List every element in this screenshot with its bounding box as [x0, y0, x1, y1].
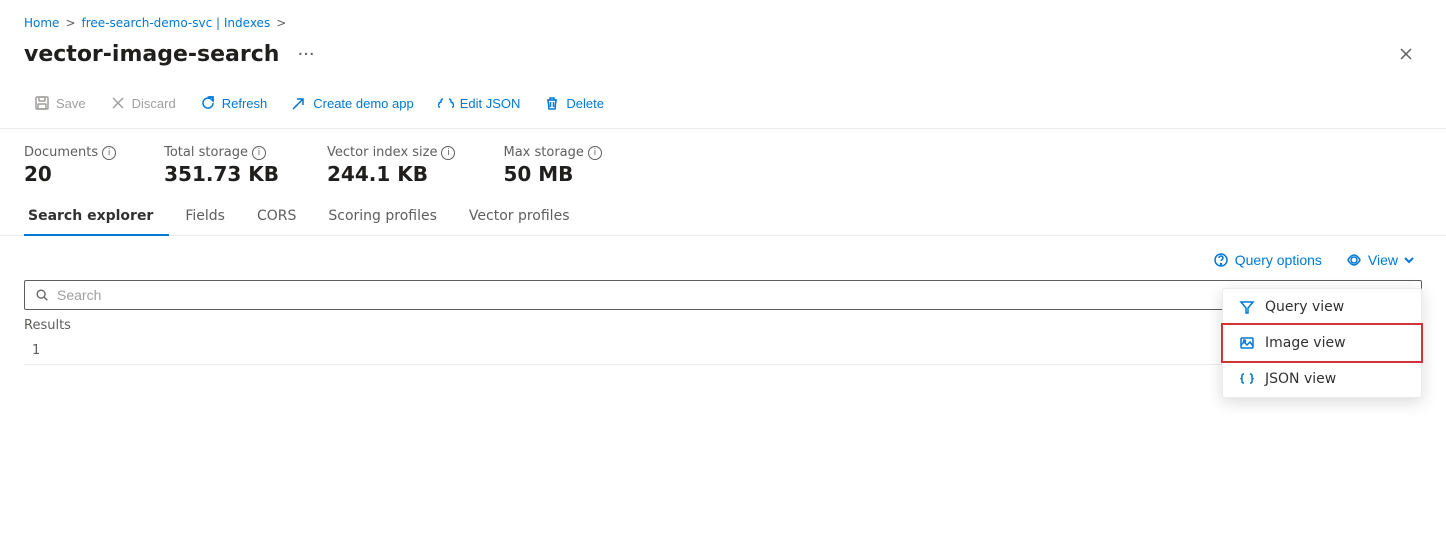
create-demo-button[interactable]: Create demo app	[281, 90, 423, 116]
braces-icon	[1239, 371, 1255, 387]
breadcrumb: Home > free-search-demo-svc | Indexes >	[0, 0, 1446, 34]
refresh-icon	[200, 95, 216, 111]
search-bar	[24, 280, 1422, 310]
dropdown-item-json-view[interactable]: JSON view	[1223, 361, 1421, 397]
breadcrumb-sep1: >	[65, 16, 75, 30]
delete-icon	[544, 95, 560, 111]
edit-json-button[interactable]: Edit JSON	[428, 90, 531, 116]
save-icon	[34, 95, 50, 111]
tab-search-explorer[interactable]: Search explorer	[24, 198, 169, 236]
toolbar: Save Discard Refresh Create demo app	[0, 82, 1446, 129]
metric-vector-index-size: Vector index size i 244.1 KB	[327, 145, 455, 186]
max-storage-value: 50 MB	[503, 162, 601, 186]
tab-cors[interactable]: CORS	[241, 198, 312, 236]
max-storage-info-icon[interactable]: i	[588, 146, 602, 160]
total-storage-value: 351.73 KB	[164, 162, 279, 186]
vector-index-info-icon[interactable]: i	[441, 146, 455, 160]
metrics-row: Documents i 20 Total storage i 351.73 KB…	[0, 129, 1446, 198]
page-title: vector-image-search	[24, 42, 279, 67]
tab-scoring-profiles[interactable]: Scoring profiles	[312, 198, 453, 236]
chevron-down-icon	[1404, 255, 1414, 265]
title-bar: vector-image-search ···	[0, 34, 1446, 82]
discard-button[interactable]: Discard	[100, 90, 186, 116]
breadcrumb-sep2: >	[276, 16, 286, 30]
table-row: 1	[24, 337, 1422, 365]
tab-fields[interactable]: Fields	[169, 198, 241, 236]
image-icon	[1239, 335, 1255, 351]
query-options-icon	[1213, 252, 1229, 268]
content-area: Query options View	[0, 236, 1446, 365]
vector-index-value: 244.1 KB	[327, 162, 455, 186]
dropdown-menu: Query view Image view	[1222, 288, 1422, 398]
query-toolbar: Query options View	[24, 236, 1422, 280]
documents-value: 20	[24, 162, 116, 186]
close-button[interactable]	[1390, 38, 1422, 70]
query-options-button[interactable]: Query options	[1205, 248, 1330, 272]
save-button[interactable]: Save	[24, 90, 96, 116]
search-icon	[35, 288, 49, 302]
title-left: vector-image-search ···	[24, 42, 321, 67]
row-content	[64, 337, 1422, 365]
page-container: Home > free-search-demo-svc | Indexes > …	[0, 0, 1446, 559]
metric-total-storage: Total storage i 351.73 KB	[164, 145, 279, 186]
results-table: 1	[24, 337, 1422, 365]
tabs: Search explorer Fields CORS Scoring prof…	[0, 198, 1446, 236]
refresh-button[interactable]: Refresh	[190, 90, 278, 116]
metric-max-storage: Max storage i 50 MB	[503, 145, 601, 186]
documents-info-icon[interactable]: i	[102, 146, 116, 160]
results-label: Results	[24, 318, 1422, 333]
create-demo-icon	[291, 95, 307, 111]
view-button[interactable]: View	[1338, 248, 1422, 272]
total-storage-info-icon[interactable]: i	[252, 146, 266, 160]
close-icon	[1398, 46, 1414, 62]
search-input[interactable]	[57, 287, 1411, 303]
edit-json-icon	[438, 95, 454, 111]
discard-icon	[110, 95, 126, 111]
delete-button[interactable]: Delete	[534, 90, 614, 116]
breadcrumb-service[interactable]: free-search-demo-svc | Indexes	[82, 16, 271, 30]
ellipsis-button[interactable]: ···	[291, 42, 320, 67]
metric-documents: Documents i 20	[24, 145, 116, 186]
dropdown-item-image-view[interactable]: Image view	[1223, 325, 1421, 361]
tab-vector-profiles[interactable]: Vector profiles	[453, 198, 586, 236]
row-number: 1	[24, 337, 64, 365]
view-icon	[1346, 252, 1362, 268]
filter-icon	[1239, 299, 1255, 315]
dropdown-item-query-view[interactable]: Query view	[1223, 289, 1421, 325]
breadcrumb-home[interactable]: Home	[24, 16, 59, 30]
